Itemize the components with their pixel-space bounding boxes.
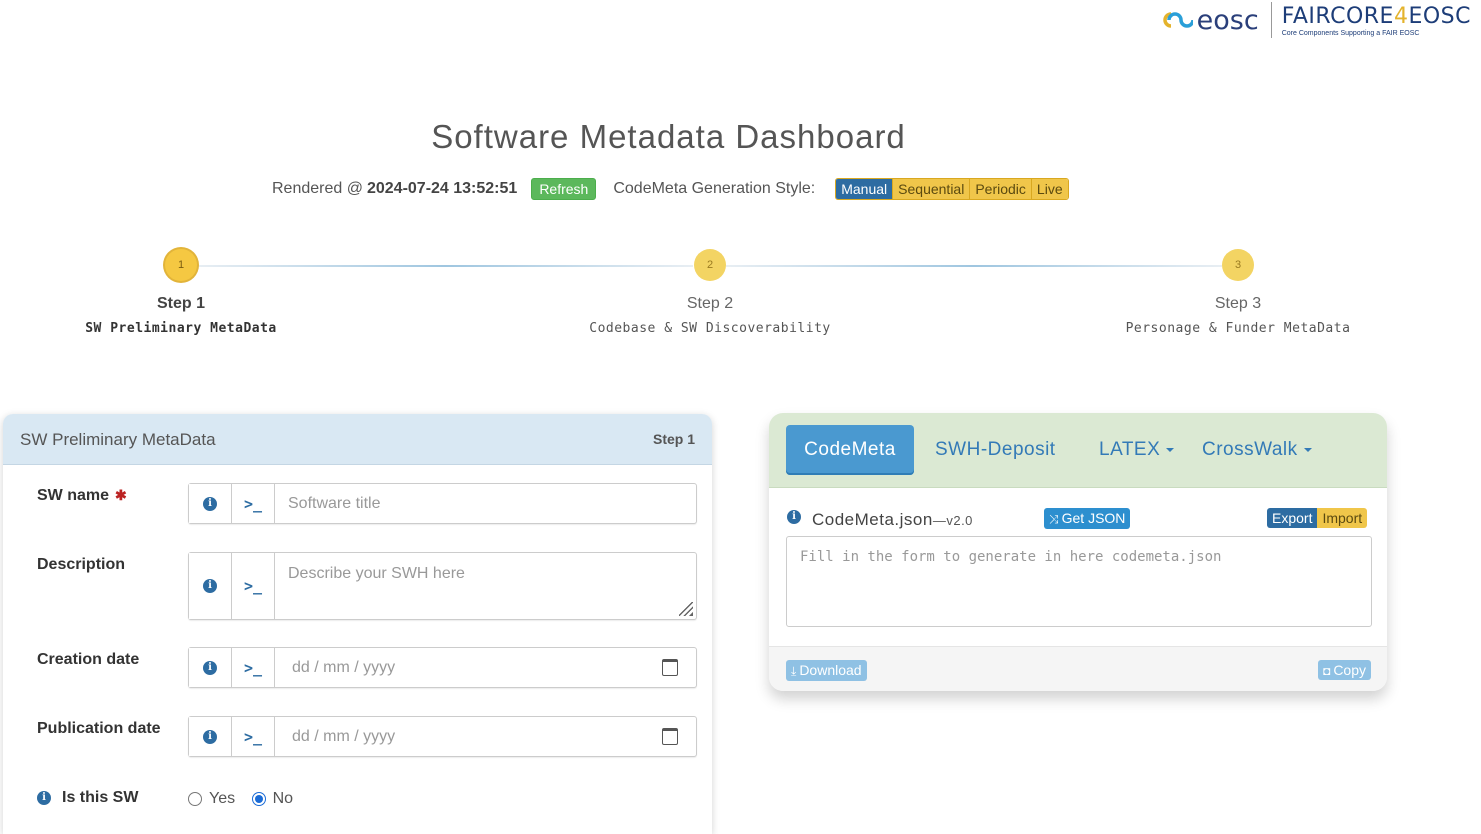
step-3-subtitle: Personage & Funder MetaData <box>1125 321 1351 336</box>
header-logos: eosc FAIRCORE4EOSC Core Components Suppo… <box>1159 2 1471 38</box>
render-info-row: Rendered @ 2024-07-24 13:52:51 Refresh C… <box>272 178 1069 200</box>
terminal-icon: >_ <box>243 494 263 513</box>
publication-date-info-button[interactable]: i <box>189 717 232 756</box>
publication-date-group: i >_ dd / mm / yyyy <box>188 716 697 757</box>
rendered-timestamp: 2024-07-24 13:52:51 <box>366 180 518 197</box>
publication-date-label: Publication date <box>37 720 161 737</box>
generation-style-toggle: Manual Sequential Periodic Live <box>835 178 1069 200</box>
step-2[interactable]: 2 Step 2 Codebase & SW Discoverability <box>560 249 860 336</box>
codemeta-file-title: CodeMeta.json—v2.0 <box>812 510 973 529</box>
creation-date-group: i >_ dd / mm / yyyy <box>188 647 697 688</box>
style-periodic-button[interactable]: Periodic <box>969 179 1031 199</box>
shuffle-icon: ⤨ <box>1049 512 1059 526</box>
description-label: Description <box>37 556 126 573</box>
step-3-dot: 3 <box>1222 249 1254 281</box>
info-icon: i <box>203 579 217 593</box>
page-title: Software Metadata Dashboard <box>431 118 906 155</box>
step-1[interactable]: 1 Step 1 SW Preliminary MetaData <box>31 249 331 336</box>
step-2-title: Step 2 <box>686 295 734 312</box>
chevron-down-icon <box>1166 447 1175 452</box>
info-icon[interactable]: i <box>37 791 51 805</box>
radio-selected-icon <box>251 791 266 806</box>
is-sw-label: i Is this SW <box>37 789 138 807</box>
creation-date-terminal-button[interactable]: >_ <box>232 648 275 687</box>
is-sw-radio-group: Yes No <box>188 790 293 808</box>
tab-codemeta[interactable]: CodeMeta <box>786 425 914 475</box>
is-sw-yes-radio[interactable]: Yes <box>188 790 235 807</box>
calendar-icon[interactable] <box>662 728 678 745</box>
codemeta-version: —v2.0 <box>932 513 973 528</box>
codemeta-output-panel: CodeMeta SWH-Deposit LATEX CrossWalk i C… <box>769 413 1387 691</box>
eosc-mark-icon <box>1162 12 1193 28</box>
calendar-icon[interactable] <box>662 659 678 676</box>
generation-style-label: CodeMeta Generation Style: <box>613 180 816 197</box>
rendered-label: Rendered @ <box>272 180 363 197</box>
faircore-subtitle: Core Components Supporting a FAIR EOSC <box>1281 29 1420 37</box>
description-info-button[interactable]: i <box>189 553 232 619</box>
export-button[interactable]: Export <box>1267 508 1318 528</box>
step-3-title: Step 3 <box>1214 295 1262 312</box>
is-sw-no-radio[interactable]: No <box>251 790 293 807</box>
codemeta-textarea[interactable]: Fill in the form to generate in here cod… <box>786 536 1372 627</box>
download-button[interactable]: ⤓ Download <box>786 660 867 681</box>
creation-date-input[interactable]: dd / mm / yyyy <box>275 648 696 687</box>
info-icon: i <box>203 496 217 511</box>
codemeta-body: i CodeMeta.json—v2.0 ⤨ Get JSON Export Im… <box>769 488 1387 646</box>
description-textarea[interactable]: Describe your SWH here <box>275 553 696 619</box>
preliminary-metadata-panel: SW Preliminary MetaData Step 1 SW name ✱ … <box>3 414 712 834</box>
faircore-name: FAIRCORE4EOSC <box>1281 3 1471 29</box>
panel-title: SW Preliminary MetaData <box>20 430 216 449</box>
style-manual-button[interactable]: Manual <box>836 179 893 199</box>
radio-icon <box>188 791 202 806</box>
output-footer: ⤓ Download ◘ Copy <box>769 646 1387 691</box>
style-sequential-button[interactable]: Sequential <box>892 179 970 199</box>
tab-swh-deposit[interactable]: SWH-Deposit <box>935 425 1056 475</box>
step-3[interactable]: 3 Step 3 Personage & Funder MetaData <box>1088 249 1388 336</box>
publication-date-terminal-button[interactable]: >_ <box>232 717 275 756</box>
logo-divider <box>1270 2 1272 38</box>
output-tabs-bar: CodeMeta SWH-Deposit LATEX CrossWalk <box>769 413 1387 488</box>
info-icon: i <box>203 729 217 744</box>
eosc-text: eosc <box>1196 4 1259 36</box>
description-terminal-button[interactable]: >_ <box>232 553 275 619</box>
publication-date-input[interactable]: dd / mm / yyyy <box>275 717 696 756</box>
terminal-icon: >_ <box>243 658 263 677</box>
terminal-icon: >_ <box>243 577 263 595</box>
step-2-subtitle: Codebase & SW Discoverability <box>589 321 831 336</box>
sw-name-info-button[interactable]: i <box>189 484 232 523</box>
sw-name-group: i >_ Software title <box>188 483 697 524</box>
copy-button[interactable]: ◘ Copy <box>1318 660 1371 680</box>
creation-date-label: Creation date <box>37 651 140 668</box>
step-1-title: Step 1 <box>156 295 205 312</box>
panel-header: SW Preliminary MetaData Step 1 <box>3 414 712 465</box>
refresh-button[interactable]: Refresh <box>531 178 597 200</box>
panel-step-label: Step 1 <box>652 431 695 447</box>
info-icon[interactable]: i <box>787 510 801 524</box>
sw-name-label: SW name ✱ <box>37 487 127 504</box>
step-1-subtitle: SW Preliminary MetaData <box>85 321 277 336</box>
info-icon: i <box>203 660 217 675</box>
chevron-down-icon <box>1303 447 1312 452</box>
camera-icon: ◘ <box>1323 664 1331 678</box>
faircore-logo: FAIRCORE4EOSC Core Components Supporting… <box>1282 4 1471 37</box>
sw-name-terminal-button[interactable]: >_ <box>232 484 275 523</box>
step-1-dot: 1 <box>165 249 197 281</box>
export-import-group: Export Import <box>1267 508 1368 528</box>
eosc-logo: eosc <box>1159 5 1259 36</box>
step-2-dot: 2 <box>694 249 726 281</box>
tab-crosswalk[interactable]: CrossWalk <box>1202 425 1312 475</box>
required-icon: ✱ <box>115 487 127 503</box>
download-icon: ⤓ <box>791 664 797 678</box>
resize-handle-icon[interactable] <box>679 602 693 616</box>
terminal-icon: >_ <box>243 727 263 746</box>
style-live-button[interactable]: Live <box>1030 179 1068 199</box>
sw-name-input[interactable]: Software title <box>275 484 696 523</box>
description-group: i >_ Describe your SWH here <box>188 552 697 620</box>
get-json-button[interactable]: ⤨ Get JSON <box>1044 508 1131 529</box>
creation-date-info-button[interactable]: i <box>189 648 232 687</box>
import-button[interactable]: Import <box>1317 508 1368 528</box>
tab-latex[interactable]: LATEX <box>1099 425 1175 475</box>
